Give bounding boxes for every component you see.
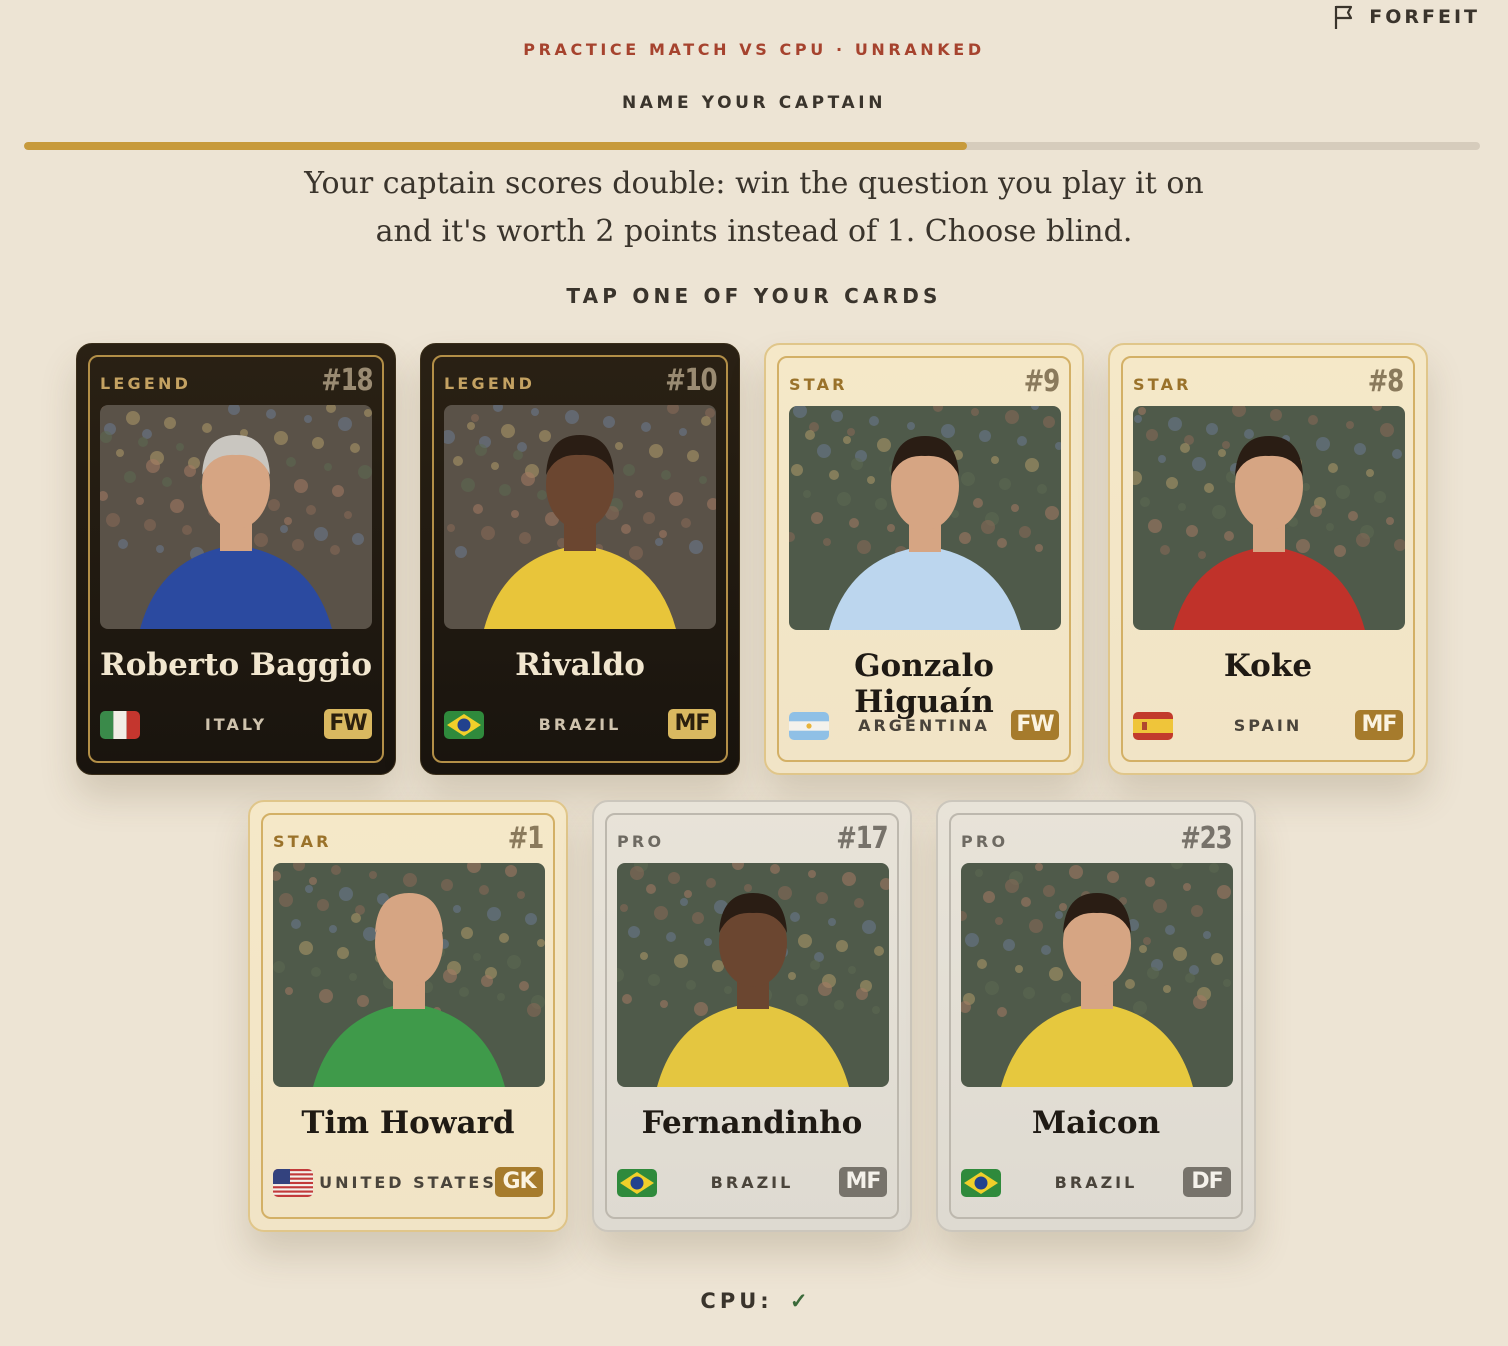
position-badge: GK <box>495 1167 543 1197</box>
card-number: #17 <box>835 821 888 856</box>
player-name: Tim Howard <box>301 1105 515 1141</box>
spain-flag-icon <box>1133 712 1173 740</box>
player-name: Koke <box>1223 648 1313 684</box>
cpu-ready-check-icon: ✓ <box>789 1288 808 1313</box>
argentina-flag-icon <box>789 712 829 740</box>
flag-icon <box>1335 5 1353 29</box>
card-number: #23 <box>1179 821 1232 856</box>
card-frame: STAR #1 Tim Howard UNITED STATES GK <box>261 813 555 1219</box>
player-name: Fernandinho <box>641 1105 863 1141</box>
position-badge: FW <box>324 709 372 739</box>
phase-progress-bar <box>24 142 1480 150</box>
cpu-status: CPU: ✓ <box>0 1288 1508 1313</box>
player-portrait <box>961 863 1233 1087</box>
player-card[interactable]: PRO #23 Maicon BRAZIL DF <box>936 800 1256 1232</box>
player-portrait <box>444 405 716 629</box>
match-mode-label: PRACTICE MATCH VS CPU · UNRANKED <box>523 40 985 59</box>
position-badge: MF <box>839 1167 887 1197</box>
position-badge: MF <box>668 709 716 739</box>
draft-screen: FORFEIT PRACTICE MATCH VS CPU · UNRANKED… <box>0 0 1508 1346</box>
player-card[interactable]: STAR #1 Tim Howard UNITED STATES GK <box>248 800 568 1232</box>
card-frame: STAR #8 Koke SPAIN MF <box>1121 356 1415 762</box>
italy-flag-icon <box>100 711 140 739</box>
player-portrait <box>273 863 545 1087</box>
player-portrait <box>789 406 1061 630</box>
player-card[interactable]: STAR #8 Koke SPAIN MF <box>1108 343 1428 775</box>
card-number: #1 <box>507 821 545 856</box>
instructions-line-1: Your captain scores double: win the ques… <box>304 166 1204 201</box>
player-country: ITALY <box>204 715 268 734</box>
instructions-line-2: and it's worth 2 points instead of 1. Ch… <box>375 214 1133 249</box>
player-name: Maicon <box>1031 1105 1161 1141</box>
cpu-label: CPU: <box>700 1289 773 1313</box>
player-card[interactable]: LEGEND #10 Rivaldo BRAZIL MF <box>420 343 740 775</box>
card-number: #8 <box>1367 364 1405 399</box>
forfeit-button[interactable]: FORFEIT <box>1333 4 1480 30</box>
player-country: UNITED STATES <box>319 1173 497 1192</box>
card-frame: LEGEND #10 Rivaldo BRAZIL MF <box>432 355 728 763</box>
card-tier: STAR <box>789 375 848 394</box>
forfeit-label: FORFEIT <box>1369 6 1480 28</box>
player-name: Rivaldo <box>515 647 645 683</box>
card-frame: PRO #17 Fernandinho BRAZIL MF <box>605 813 899 1219</box>
tap-card-prompt: TAP ONE OF YOUR CARDS <box>566 284 942 308</box>
card-number: #9 <box>1023 364 1061 399</box>
player-country: SPAIN <box>1233 716 1303 735</box>
card-tier: LEGEND <box>444 374 536 393</box>
player-country: BRAZIL <box>538 715 622 734</box>
usa-flag-icon <box>273 1169 313 1197</box>
card-number: #18 <box>320 363 373 398</box>
player-portrait <box>1133 406 1405 630</box>
brazil-flag-icon <box>444 711 484 739</box>
brazil-flag-icon <box>961 1169 1001 1197</box>
position-badge: DF <box>1183 1167 1231 1197</box>
position-badge: FW <box>1011 710 1059 740</box>
card-tier: STAR <box>1133 375 1192 394</box>
card-frame: STAR #9 Gonzalo Higuaín ARGENTINA FW <box>777 356 1071 762</box>
brazil-flag-icon <box>617 1169 657 1197</box>
captain-instructions: Your captain scores double: win the ques… <box>254 160 1254 256</box>
player-country: ARGENTINA <box>858 716 990 735</box>
progress-fill <box>24 142 968 150</box>
position-badge: MF <box>1355 710 1403 740</box>
player-name: Roberto Baggio <box>99 647 373 683</box>
card-frame: PRO #23 Maicon BRAZIL DF <box>949 813 1243 1219</box>
phase-title: NAME YOUR CAPTAIN <box>621 93 887 113</box>
player-card[interactable]: STAR #9 Gonzalo Higuaín ARGENTINA FW <box>764 343 1084 775</box>
player-portrait <box>100 405 372 629</box>
card-frame: LEGEND #18 Roberto Baggio ITALY FW <box>88 355 384 763</box>
card-tier: PRO <box>617 832 665 851</box>
player-card[interactable]: LEGEND #18 Roberto Baggio ITALY FW <box>76 343 396 775</box>
player-country: BRAZIL <box>710 1173 794 1192</box>
card-number: #10 <box>664 363 717 398</box>
card-tier: PRO <box>961 832 1009 851</box>
card-tier: LEGEND <box>100 374 192 393</box>
card-tier: STAR <box>273 832 332 851</box>
player-portrait <box>617 863 889 1087</box>
player-card[interactable]: PRO #17 Fernandinho BRAZIL MF <box>592 800 912 1232</box>
player-country: BRAZIL <box>1054 1173 1138 1192</box>
